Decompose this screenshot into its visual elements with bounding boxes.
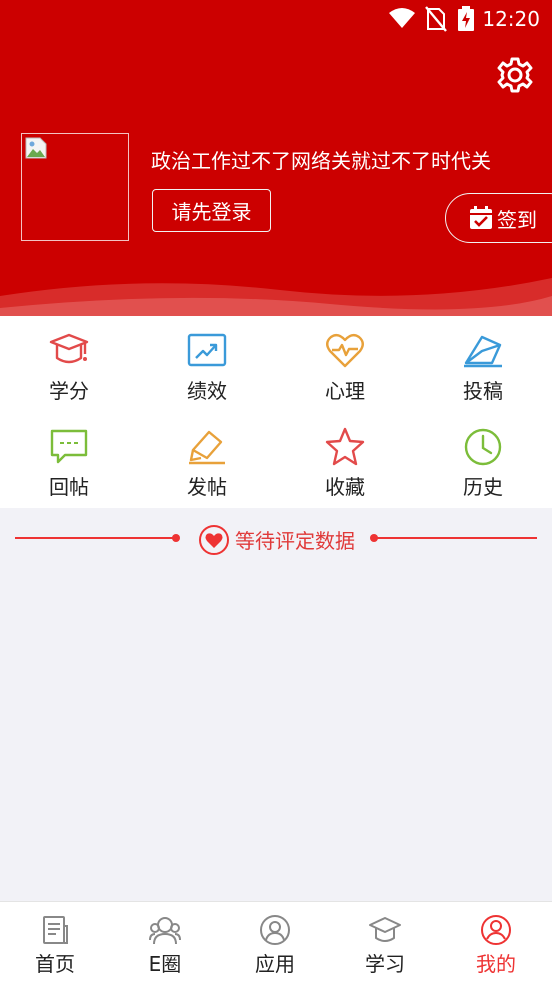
tab-study[interactable]: 学习: [330, 902, 440, 983]
trend-chart-icon: [187, 333, 227, 367]
tab-label: 学习: [365, 952, 405, 976]
signin-button[interactable]: 签到: [445, 193, 552, 243]
status-bar: 12:20: [0, 0, 552, 38]
menu-label: 回帖: [49, 475, 89, 499]
tab-apps[interactable]: 应用: [220, 902, 330, 983]
clock-icon: [464, 428, 502, 466]
tab-label: E圈: [148, 952, 182, 976]
menu-label: 投稿: [463, 379, 503, 403]
tab-label: 我的: [476, 952, 516, 976]
menu-item-credits[interactable]: 学分: [0, 316, 138, 412]
login-button[interactable]: 请先登录: [152, 189, 271, 232]
menu-item-psychology[interactable]: 心理: [276, 316, 414, 412]
star-icon: [325, 427, 365, 466]
header-waves: [0, 278, 552, 316]
avatar[interactable]: [21, 133, 129, 241]
tab-e-circle[interactable]: E圈: [110, 902, 220, 983]
menu-item-history[interactable]: 历史: [414, 412, 552, 508]
menu-item-replies[interactable]: 回帖: [0, 412, 138, 508]
no-sim-icon: [425, 6, 447, 32]
menu-label: 历史: [463, 475, 503, 499]
menu-item-submit[interactable]: 投稿: [414, 316, 552, 412]
menu-label: 学分: [49, 379, 89, 403]
home-doc-icon: [43, 916, 68, 944]
battery-charging-icon: [458, 6, 474, 31]
calendar-check-icon: [470, 206, 492, 229]
comment-icon: [50, 429, 88, 464]
user-circle-icon: [260, 915, 290, 945]
status-time: 12:20: [482, 7, 540, 31]
graduation-cap-icon: [49, 333, 89, 364]
tab-home[interactable]: 首页: [0, 902, 110, 983]
menu-item-favorites[interactable]: 收藏: [276, 412, 414, 508]
menu-label: 心理: [325, 379, 365, 403]
wifi-icon: [389, 8, 415, 28]
menu-label: 绩效: [187, 379, 227, 403]
divider-left: [15, 537, 175, 539]
menu-label: 收藏: [325, 475, 365, 499]
slogan-text: 政治工作过不了网络关就过不了时代关: [151, 149, 491, 173]
menu-item-post[interactable]: 发帖: [138, 412, 276, 508]
empty-state-message: 等待评定数据: [235, 529, 355, 553]
heart-pulse-icon: [326, 333, 364, 368]
signin-label: 签到: [497, 207, 537, 232]
divider-right: [375, 537, 537, 539]
broken-image-icon: [25, 137, 47, 159]
tab-label: 首页: [35, 952, 75, 976]
settings-gear-icon[interactable]: [496, 56, 534, 94]
heart-circle-icon: [199, 525, 229, 555]
tab-label: 应用: [255, 952, 295, 976]
profile-header: 12:20 政治工作过不了网络关就过不了时代关 请先登录 签到: [0, 0, 552, 316]
quick-menu-grid: 学分 绩效 心理 投稿 回帖 发帖 收藏 历史: [0, 316, 552, 508]
menu-label: 发帖: [187, 475, 227, 499]
divider-dot-left: [172, 534, 180, 542]
envelope-icon: [464, 335, 502, 368]
pencil-icon: [189, 430, 225, 465]
tab-mine[interactable]: 我的: [441, 902, 551, 983]
graduation-cap-icon: [369, 917, 401, 942]
bottom-tab-bar: 首页 E圈 应用 学习 我的: [0, 901, 552, 983]
profile-icon: [481, 915, 511, 945]
people-icon: [149, 917, 181, 945]
menu-item-performance[interactable]: 绩效: [138, 316, 276, 412]
